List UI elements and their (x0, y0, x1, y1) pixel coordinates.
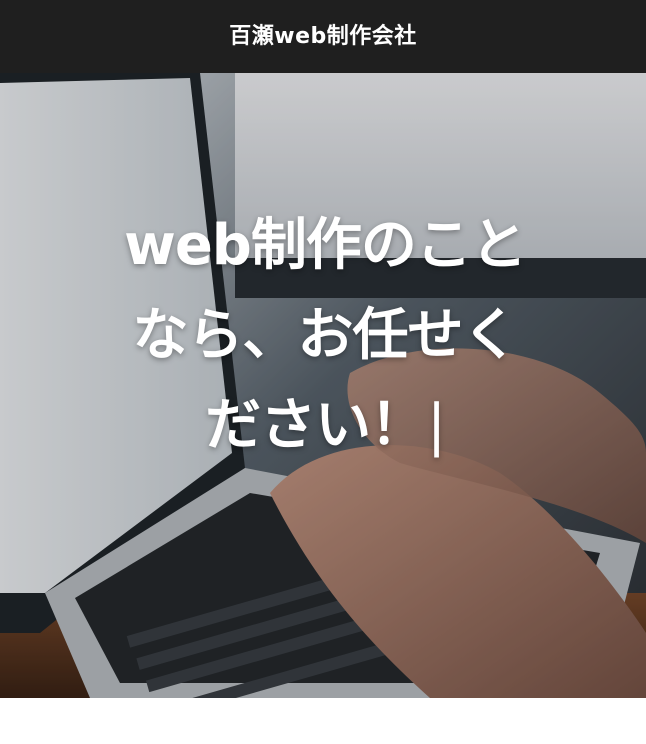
typing-caret: | (427, 393, 446, 458)
content-area (0, 698, 646, 744)
hero-headline-text: web制作のことなら、お任せください！ (124, 213, 527, 458)
hero-section: web制作のことなら、お任せください！| (0, 73, 646, 698)
hero-headline: web制作のことなら、お任せください！| (120, 201, 530, 471)
site-title[interactable]: 百瀬web制作会社 (229, 25, 417, 48)
site-header: 百瀬web制作会社 (0, 0, 646, 73)
